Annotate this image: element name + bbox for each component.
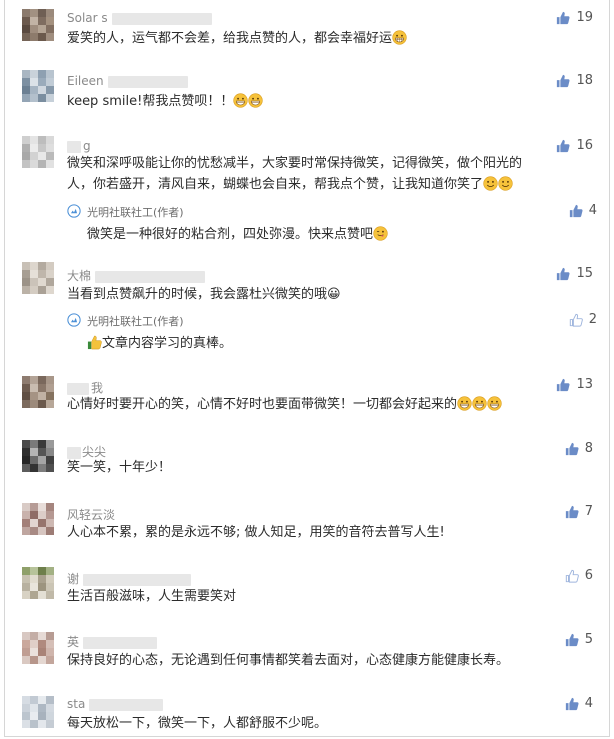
reply-like-button[interactable]: 2 [569, 312, 597, 327]
avatar[interactable] [22, 440, 54, 472]
like-count: 4 [584, 696, 593, 711]
like-count: 13 [576, 377, 593, 392]
comment-text: 生活百般滋味，人生需要笑对 [67, 589, 237, 604]
thumbs-up-filled-icon [565, 505, 579, 518]
comment-text: 当看到点赞飙升的时候，我会露杜兴微笑的哦😀 [67, 287, 341, 302]
grinning-face-icon [392, 30, 407, 45]
commenter-name[interactable]: 英 [67, 633, 158, 650]
avatar[interactable] [22, 696, 54, 728]
grinning-face-icon [457, 396, 472, 411]
like-button[interactable]: 7 [565, 504, 593, 519]
reply-text: 微笑是一种很好的粘合剂，四处弥漫。快来点赞吧 [87, 223, 388, 242]
reply-author-name[interactable]: 光明社联社工(作者) [87, 313, 184, 329]
thumbs-up-filled-icon [569, 204, 583, 217]
author-badge-icon [67, 313, 81, 327]
comment-text: 爱笑的人，运气都不会差，给我点赞的人，都会幸福好运 [67, 29, 407, 48]
commenter-name[interactable]: 风轻云淡 [67, 506, 115, 523]
commenter-name[interactable]: 我 [67, 379, 103, 396]
comment-text: 保持良好的心态，无论遇到任何事情都笑着去面对，心态健康方能健康长寿。 [67, 653, 510, 668]
like-count: 2 [588, 312, 597, 327]
comment-text: 人，你若盛开，清风自来，蝴蝶也会自来，帮我点个赞，让我知道你笑了 [67, 175, 513, 194]
avatar[interactable] [22, 136, 54, 168]
like-count: 6 [584, 568, 593, 583]
like-button[interactable]: 15 [556, 266, 593, 281]
redacted-name-blur [111, 12, 212, 25]
commenter-name[interactable]: Eileen [67, 74, 188, 88]
reply-author-name[interactable]: 光明社联社工(作者) [87, 204, 184, 220]
like-count: 7 [584, 504, 593, 519]
thumbs-up-filled-icon [565, 697, 579, 710]
comment-list: Solar s 19 爱笑的人，运气都不会差，给我点赞的人，都会幸福好运 Eil… [4, 0, 610, 737]
grinning-face-icon [248, 93, 263, 108]
like-button[interactable]: 19 [556, 10, 593, 25]
winking-tongue-face-icon [373, 226, 388, 241]
comment-text: keep smile!帮我点赞呗！！ [67, 92, 263, 111]
thumbs-up-icon [87, 335, 102, 350]
like-count: 19 [576, 10, 593, 25]
thumbs-up-filled-icon [565, 442, 579, 455]
avatar[interactable] [22, 70, 54, 102]
like-button[interactable]: 16 [556, 138, 593, 153]
thumbs-up-outline-icon [565, 569, 579, 583]
redacted-name-blur [83, 573, 192, 586]
like-button[interactable]: 18 [556, 73, 593, 88]
comment-text: 人心本不累，累的是永远不够; 做人知足，用笑的音符去普写人生! [67, 525, 445, 540]
comment-text-line: 微笑和深呼吸能让你的忧愁减半，大家要时常保持微笑，记得微笑，做个阳光的 [67, 156, 523, 171]
avatar[interactable] [22, 262, 54, 294]
like-count: 8 [584, 441, 593, 456]
reply-text: 文章内容学习的真棒。 [87, 332, 232, 351]
avatar[interactable] [22, 503, 54, 535]
redacted-name-blur [95, 270, 206, 283]
like-button[interactable]: 6 [565, 568, 593, 583]
avatar[interactable] [22, 9, 54, 41]
grinning-face-icon [472, 396, 487, 411]
commenter-name[interactable]: 大棉 [67, 267, 206, 284]
commenter-name[interactable]: sta [67, 697, 164, 711]
avatar[interactable] [22, 632, 54, 664]
redacted-name-blur [67, 446, 81, 459]
like-count: 16 [576, 138, 593, 153]
redacted-name-blur [107, 75, 188, 88]
avatar[interactable] [22, 376, 54, 408]
like-button[interactable]: 8 [565, 441, 593, 456]
like-count: 5 [584, 632, 593, 647]
redacted-name-blur [67, 140, 81, 153]
comment-text: 每天放松一下，微笑一下，人都舒服不少呢。 [67, 716, 328, 731]
like-count: 4 [588, 203, 597, 218]
redacted-name-blur [67, 382, 89, 395]
avatar[interactable] [22, 567, 54, 599]
like-button[interactable]: 4 [565, 696, 593, 711]
author-badge-icon [67, 204, 81, 218]
redacted-name-blur [83, 636, 158, 649]
reply-like-button[interactable]: 4 [569, 203, 597, 218]
thumbs-up-filled-icon [557, 139, 570, 152]
grinning-face-icon [233, 93, 248, 108]
like-count: 15 [576, 266, 593, 281]
thumbs-up-filled-icon [557, 378, 570, 391]
comment-text: 笑一笑，十年少！ [67, 460, 172, 475]
commenter-name[interactable]: 谢 [67, 570, 192, 587]
redacted-name-blur [89, 698, 164, 711]
commenter-name[interactable]: g [67, 139, 91, 153]
thumbs-up-filled-icon [557, 11, 570, 24]
slightly-smiling-face-icon [498, 176, 513, 191]
comment-text: 心情好时要开心的笑，心情不好时也要面带微笑！一切都会好起来的 [67, 395, 502, 414]
slightly-smiling-face-icon [483, 176, 498, 191]
thumbs-up-outline-icon [569, 313, 583, 327]
thumbs-up-filled-icon [565, 633, 579, 646]
grinning-face-icon [487, 396, 502, 411]
thumbs-up-filled-icon [557, 74, 570, 87]
thumbs-up-filled-icon [557, 267, 570, 280]
like-count: 18 [576, 73, 593, 88]
like-button[interactable]: 13 [556, 377, 593, 392]
commenter-name[interactable]: Solar s [67, 11, 212, 25]
like-button[interactable]: 5 [565, 632, 593, 647]
